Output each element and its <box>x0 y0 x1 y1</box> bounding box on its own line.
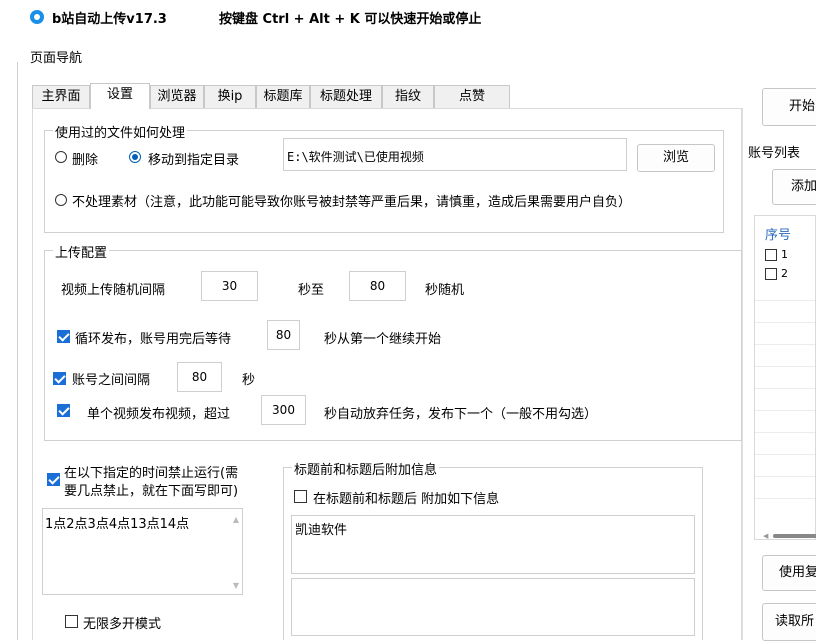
radio-move-label: 移动到指定目录 <box>148 153 240 168</box>
scroll-left-arrow-icon[interactable]: ◀ <box>763 532 768 540</box>
page-nav-label: 页面导航 <box>30 51 83 66</box>
account-interval-label: 账号之间间隔 <box>72 373 151 388</box>
account-list-legend: 账号列表 <box>748 142 801 161</box>
divider <box>17 62 18 640</box>
loop-suffix-label: 秒从第一个继续开始 <box>324 332 442 347</box>
interval-to-label: 秒至 <box>298 283 325 298</box>
account-row-checkbox[interactable] <box>765 249 777 261</box>
forbid-time-textarea[interactable]: 1点2点3点4点13点14点 ▲ ▼ <box>42 508 243 595</box>
forbid-time-value: 1点2点3点4点13点14点 <box>45 517 190 532</box>
account-row-index: 1 <box>781 248 788 261</box>
loop-publish-checkbox[interactable] <box>57 330 70 343</box>
upload-interval-label: 视频上传随机间隔 <box>61 283 166 298</box>
radio-delete-label: 删除 <box>72 153 99 168</box>
account-table: 序号 1 2 ◀ <box>754 215 816 540</box>
move-path-field[interactable]: E:\软件测试\已使用视频 <box>283 138 627 171</box>
single-timeout-checkbox[interactable] <box>57 404 70 417</box>
unlimited-mode-checkbox[interactable] <box>65 615 78 628</box>
forbid-time-label-1: 在以下指定的时间禁止运行(需 <box>64 466 239 481</box>
account-interval-checkbox[interactable] <box>53 372 66 385</box>
grid-line <box>755 300 815 301</box>
read-button[interactable]: 读取所 <box>762 603 816 641</box>
radio-no-process[interactable] <box>55 194 67 206</box>
grid-line <box>755 410 815 411</box>
title-extra-label: 在标题前和标题后 附加如下信息 <box>313 492 500 507</box>
tab-title-library[interactable]: 标题库 <box>256 85 310 109</box>
add-account-button[interactable]: 添加 <box>772 169 816 205</box>
scroll-up-arrow-icon[interactable]: ▲ <box>233 515 239 524</box>
tab-main[interactable]: 主界面 <box>32 85 90 109</box>
file-handling-legend: 使用过的文件如何处理 <box>53 122 188 141</box>
col-index-header: 序号 <box>765 228 792 243</box>
title-extra-checkbox[interactable] <box>294 490 307 503</box>
grid-line <box>755 344 815 345</box>
upload-config-legend: 上传配置 <box>53 242 110 261</box>
single-timeout-input[interactable]: 300 <box>261 395 306 425</box>
interval-max-input[interactable]: 80 <box>349 271 406 301</box>
title-prefix-textarea[interactable]: 凯迪软件 <box>291 515 695 574</box>
account-interval-suffix: 秒 <box>242 373 256 388</box>
grid-line <box>755 432 815 433</box>
grid-line <box>755 366 815 367</box>
scroll-down-arrow-icon[interactable]: ▼ <box>233 581 239 590</box>
browse-button[interactable]: 浏览 <box>637 144 715 172</box>
title-suffix-textarea[interactable] <box>291 578 695 636</box>
horizontal-scrollbar[interactable] <box>773 534 816 538</box>
tab-fingerprint[interactable]: 指纹 <box>382 85 434 109</box>
grid-line <box>755 454 815 455</box>
radio-delete[interactable] <box>55 151 67 163</box>
app-logo-icon <box>30 10 44 24</box>
title-bar: b站自动上传v17.3 按键盘 Ctrl + Alt + K 可以快速开始或停止 <box>0 0 816 36</box>
window-title: b站自动上传v17.3 <box>52 12 167 27</box>
radio-no-process-label: 不处理素材（注意，此功能可能导致你账号被封禁等严重后果，请慎重，造成后果需要用户… <box>72 195 632 210</box>
interval-suffix-label: 秒随机 <box>425 283 465 298</box>
grid-line <box>755 476 815 477</box>
grid-line <box>755 322 815 323</box>
tab-change-ip[interactable]: 换ip <box>204 85 256 109</box>
forbid-time-label-2: 要几点禁止，就在下面写即可) <box>64 484 239 499</box>
hotkey-hint: 按键盘 Ctrl + Alt + K 可以快速开始或停止 <box>219 12 482 27</box>
single-timeout-suffix: 秒自动放弃任务，发布下一个（一般不用勾选） <box>324 407 598 422</box>
account-row-checkbox[interactable] <box>765 268 777 280</box>
title-extra-legend: 标题前和标题后附加信息 <box>292 459 440 478</box>
grid-line <box>755 498 815 499</box>
radio-move[interactable] <box>129 151 141 163</box>
unlimited-mode-label: 无限多开模式 <box>83 617 162 632</box>
tab-browser[interactable]: 浏览器 <box>150 85 204 109</box>
tab-like[interactable]: 点赞 <box>434 85 510 109</box>
tab-settings[interactable]: 设置 <box>90 83 150 109</box>
loop-publish-label: 循环发布，账号用完后等待 <box>75 332 232 347</box>
loop-wait-input[interactable]: 80 <box>267 320 300 350</box>
account-interval-input[interactable]: 80 <box>177 362 222 392</box>
account-row-index: 2 <box>781 267 788 280</box>
grid-line <box>755 388 815 389</box>
interval-min-input[interactable]: 30 <box>201 271 258 301</box>
tab-title-processing[interactable]: 标题处理 <box>310 85 382 109</box>
use-button[interactable]: 使用复 <box>762 555 816 591</box>
forbid-time-checkbox[interactable] <box>47 473 60 486</box>
start-button[interactable]: 开始 <box>762 88 816 126</box>
right-panel-divider <box>742 108 743 640</box>
single-timeout-label: 单个视频发布视频，超过 <box>87 407 231 422</box>
